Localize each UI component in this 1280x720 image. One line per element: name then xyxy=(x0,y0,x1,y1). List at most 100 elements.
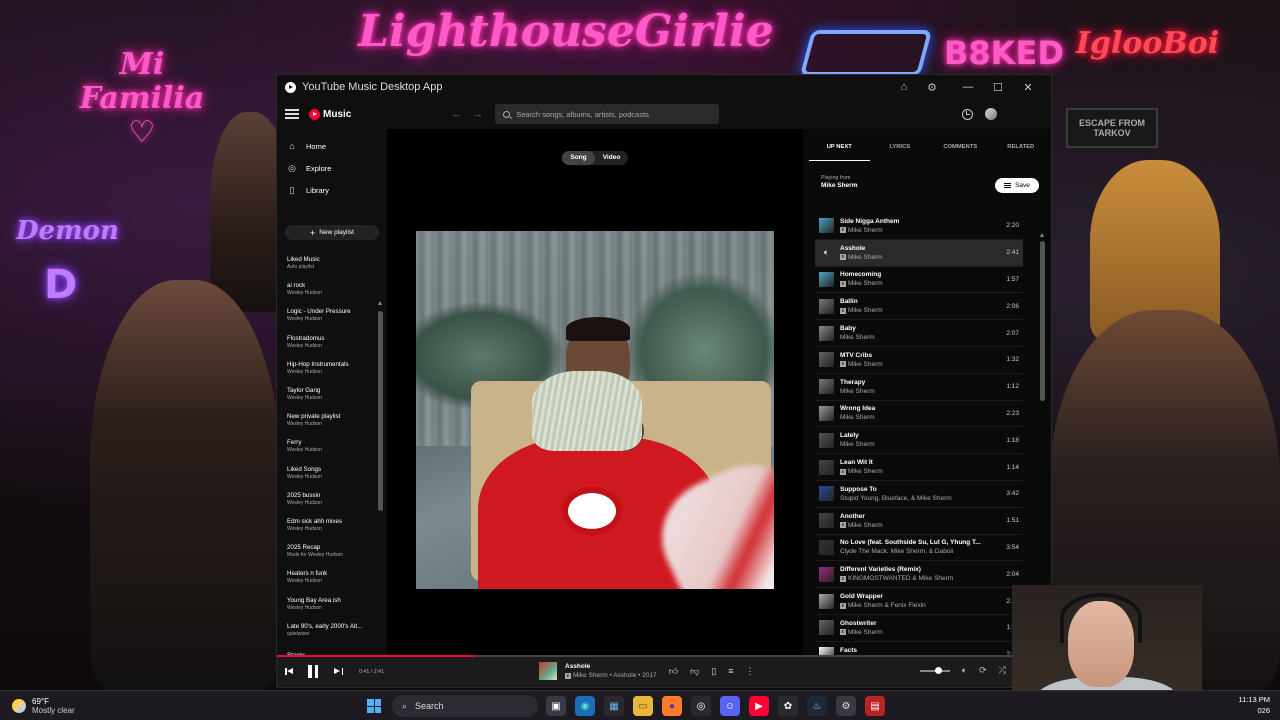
next-icon[interactable] xyxy=(334,667,343,676)
playlist-item[interactable]: Late 90's, early 2000's Alt... quietwiser xyxy=(277,617,375,643)
queue-artist[interactable]: Mike Sherm xyxy=(840,334,875,341)
queue-thumbnail[interactable] xyxy=(819,459,834,475)
queue-thumbnail[interactable] xyxy=(819,405,834,421)
search-bar[interactable] xyxy=(495,104,720,124)
queue-row[interactable]: Suppose To Stupid Young, Blueface, & Mike… xyxy=(815,481,1023,508)
playlist-item[interactable]: Stacks xyxy=(277,643,375,655)
queue-thumbnail[interactable] xyxy=(819,486,834,502)
thumbs-down-icon[interactable]: 👎︎ xyxy=(690,666,699,677)
save-button[interactable]: Save xyxy=(995,178,1039,193)
sidebar-scrollbar[interactable] xyxy=(378,301,383,719)
queue-row[interactable]: Wrong Idea Mike Sherm 2:23 xyxy=(815,401,1023,428)
queue-thumbnail[interactable] xyxy=(819,539,834,555)
video-toggle-button[interactable]: Video xyxy=(595,151,628,165)
forward-arrow-icon[interactable]: → xyxy=(472,108,483,120)
add-to-queue-icon[interactable]: ≡ xyxy=(728,666,733,676)
playlist-item[interactable]: Flostradomus Wesley Hudson xyxy=(277,329,375,355)
queue-row[interactable]: Different Varieties (Remix) E KINGMOSTWANT… xyxy=(815,561,1023,589)
obs-icon[interactable]: ◎ xyxy=(691,696,711,716)
youtube-music-taskbar-icon[interactable]: ▶ xyxy=(749,696,769,716)
queue-row[interactable]: MTV Cribs E Mike Sherm 1:32 xyxy=(815,347,1023,374)
back-arrow-icon[interactable]: ← xyxy=(451,108,462,120)
playlist-item[interactable]: New private playlist Wesley Hudson xyxy=(277,407,375,433)
playlist-item[interactable]: Liked Songs Wesley Hudson xyxy=(277,460,375,486)
queue-row[interactable]: Ballin E Mike Sherm 2:06 xyxy=(815,293,1023,321)
weather-widget[interactable]: 69°F Mostly clear xyxy=(0,697,75,715)
queue-thumbnail[interactable] xyxy=(819,352,834,368)
sidebar-item-home[interactable]: ⌂ Home xyxy=(277,135,387,157)
queue-row[interactable]: Another E Mike Sherm 1:51 xyxy=(815,508,1023,535)
queue-artist[interactable]: Clyde The Mack, Mike Sherm, & Daboii xyxy=(840,548,953,555)
volume-icon[interactable]: 🔈︎ xyxy=(962,665,967,676)
queue-artist[interactable]: Mike Sherm xyxy=(848,280,883,287)
sidebar-item-explore[interactable]: ◎ Explore xyxy=(277,157,387,179)
playlist-item[interactable]: Ferry Wesley Hudson xyxy=(277,433,375,459)
volume-slider[interactable] xyxy=(919,666,950,674)
new-playlist-button[interactable]: + New playlist xyxy=(285,225,379,240)
scrollbar-thumb[interactable] xyxy=(1040,241,1045,401)
queue-row[interactable]: Side Nigga Anthem E Mike Sherm 2:20 xyxy=(815,213,1023,240)
now-playing-thumbnail[interactable] xyxy=(539,662,557,680)
song-video-toggle[interactable]: Song Video xyxy=(562,151,628,165)
queue-artist[interactable]: Mike Sherm xyxy=(848,361,883,368)
tab-up-next[interactable]: UP NEXT xyxy=(809,133,870,161)
queue-thumbnail[interactable] xyxy=(819,271,834,287)
home-icon[interactable]: ⌂ xyxy=(893,76,915,98)
queue-row[interactable]: Lean Wit It E Mike Sherm 1:14 xyxy=(815,454,1023,481)
playlist-item[interactable]: Taylor Gang Wesley Hudson xyxy=(277,381,375,407)
queue-artist[interactable]: Mike Sherm xyxy=(848,522,883,529)
taskbar-search[interactable]: ⌕ Search xyxy=(392,695,538,717)
gear-icon[interactable]: ⚙ xyxy=(921,76,943,98)
queue-thumbnail[interactable] xyxy=(819,325,834,341)
queue-artist[interactable]: Mike Sherm xyxy=(840,414,875,421)
queue-row[interactable]: Gold WrapperEMike Sherm & Fenix Flexin2:… xyxy=(815,588,1023,615)
queue-artist[interactable]: KINGMOSTWANTED & Mike Sherm xyxy=(848,575,953,582)
settings-icon[interactable]: ⚙ xyxy=(836,696,856,716)
playlist-item[interactable]: Liked Music Auto playlist xyxy=(277,250,375,276)
playlist-item[interactable]: 2025 Recap Made for Wesley Hudson xyxy=(277,538,375,564)
queue-row[interactable]: Lately Mike Sherm 1:18 xyxy=(815,427,1023,455)
playlist-item[interactable]: ai rock Wesley Hudson xyxy=(277,276,375,302)
close-button[interactable]: ✕ xyxy=(1013,75,1043,99)
queue-thumbnail[interactable] xyxy=(819,513,834,529)
scrollbar-thumb[interactable] xyxy=(378,311,383,511)
history-icon[interactable] xyxy=(962,108,973,120)
queue-row[interactable]: GhostwriterEMike Sherm1:57 xyxy=(815,615,1023,642)
queue-artist[interactable]: Stupid Young, Blueface, & Mike Sherm xyxy=(840,495,952,502)
queue-artist[interactable]: Mike Sherm xyxy=(848,468,883,475)
queue-thumbnail[interactable] xyxy=(819,566,834,582)
queue-artist[interactable]: Mike Sherm xyxy=(848,227,883,234)
chatgpt-icon[interactable]: ✿ xyxy=(778,696,798,716)
scroll-up-icon[interactable] xyxy=(1040,233,1044,237)
queue-artist[interactable]: Mike Sherm & Fenix Flexin xyxy=(848,602,926,609)
playlist-item[interactable]: Logic - Under Pressure Wesley Hudson xyxy=(277,302,375,328)
volume-knob[interactable] xyxy=(934,666,942,674)
queue-artist[interactable]: Mike Sherm xyxy=(840,441,875,448)
task-view-icon[interactable]: ▣ xyxy=(546,696,566,716)
playlist-item[interactable]: Heaters n funk Wesley Hudson xyxy=(277,564,375,590)
edge-icon[interactable]: ◉ xyxy=(575,696,595,716)
youtube-music-logo[interactable]: Music xyxy=(309,108,351,120)
song-toggle-button[interactable]: Song xyxy=(562,151,595,165)
minimize-button[interactable]: — xyxy=(953,75,983,99)
previous-icon[interactable] xyxy=(285,667,294,676)
avatar[interactable] xyxy=(985,108,997,120)
discord-icon[interactable]: ☺ xyxy=(720,696,740,716)
queue-artist[interactable]: Mike Sherm xyxy=(840,388,875,395)
playlist-item[interactable]: Edm sick ahh mixes Wesley Hudson xyxy=(277,512,375,538)
queue-thumbnail[interactable] xyxy=(819,218,834,234)
queue-row[interactable]: Homecoming E Mike Sherm 1:57 xyxy=(815,267,1023,294)
system-tray-clock[interactable]: 11:13 PM 026 xyxy=(1238,694,1270,716)
queue-artist[interactable]: Mike Sherm xyxy=(848,254,883,261)
playlist-item[interactable]: Young Bay Area ish Wesley Hudson xyxy=(277,590,375,616)
steam-icon[interactable]: ♨ xyxy=(807,696,827,716)
file-explorer-icon[interactable]: ▭ xyxy=(633,696,653,716)
search-input[interactable] xyxy=(516,109,712,119)
playlist-item[interactable]: Hip-Hop Instrumentals Wesley Hudson xyxy=(277,355,375,381)
store-icon[interactable]: ▦ xyxy=(604,696,624,716)
scroll-up-icon[interactable] xyxy=(378,301,382,305)
queue-row[interactable]: Therapy Mike Sherm 1:12 xyxy=(815,374,1023,401)
now-playing-meta-text[interactable]: Mike Sherm • Asshole • 2017 xyxy=(573,672,657,679)
menu-icon[interactable] xyxy=(285,109,299,119)
windows-start-icon[interactable] xyxy=(367,699,381,713)
